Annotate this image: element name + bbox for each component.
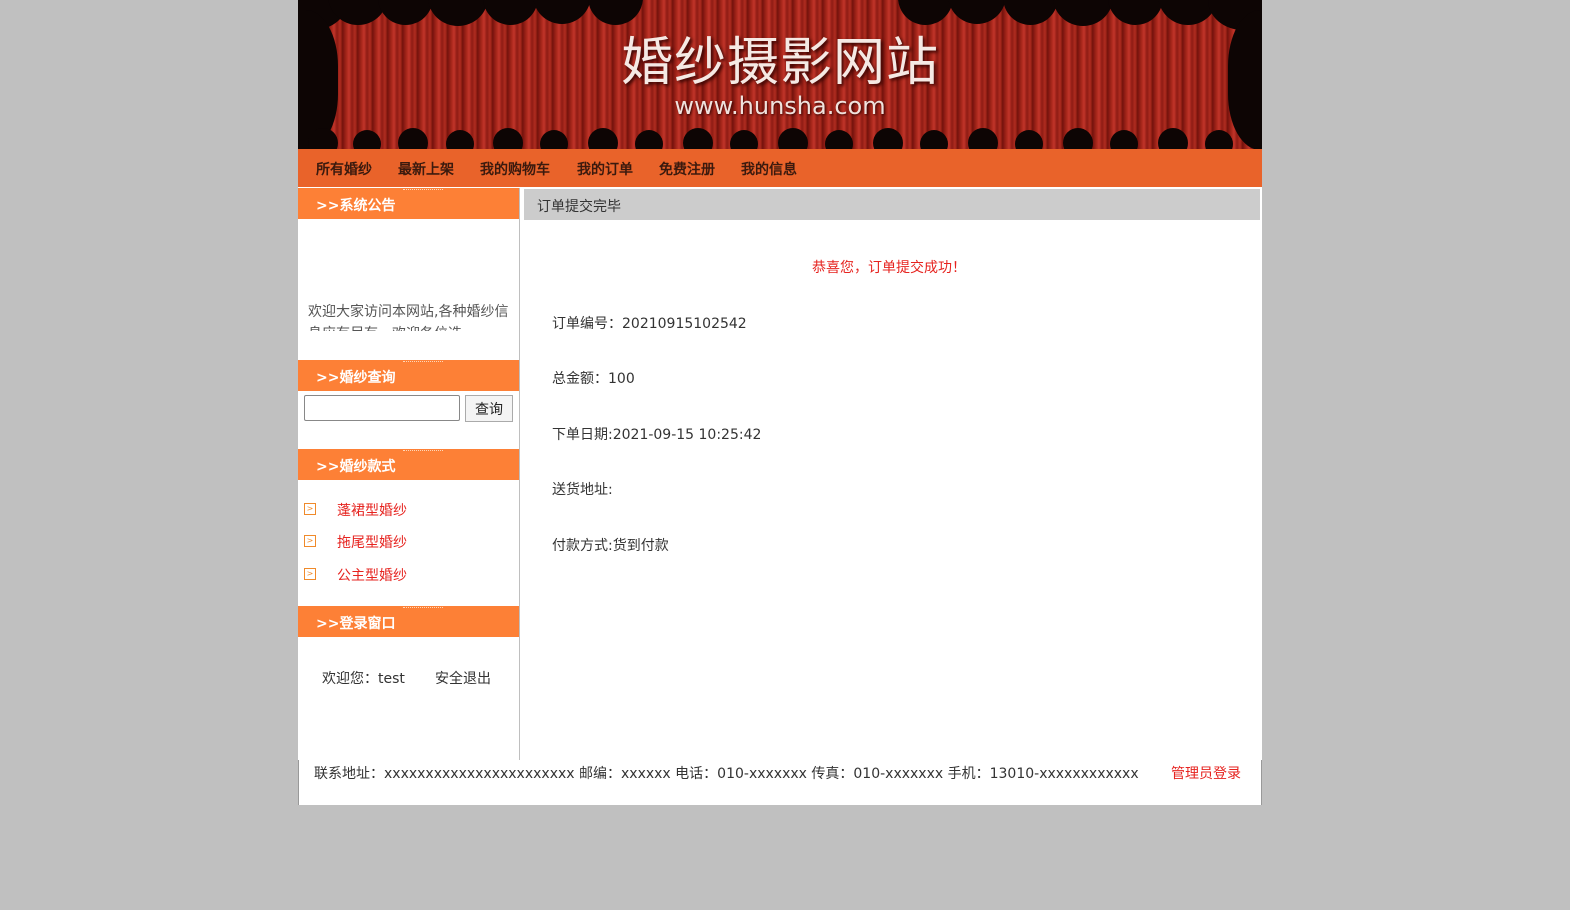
heading-dots — [403, 450, 443, 453]
style-link-trailing[interactable]: 拖尾型婚纱 — [337, 532, 407, 552]
search-heading: >>婚纱查询 — [298, 360, 519, 391]
heading-dots — [403, 189, 443, 192]
nav-all-dresses[interactable]: 所有婚纱 — [316, 159, 372, 179]
nav-free-register[interactable]: 免费注册 — [659, 159, 715, 179]
heading-dots — [403, 361, 443, 364]
site-banner: 婚纱摄影网站 www.hunsha.com — [298, 0, 1262, 149]
login-heading: >>登录窗口 — [298, 606, 519, 637]
style-link-ballgown[interactable]: 蓬裙型婚纱 — [337, 500, 407, 520]
footer-contact: 联系地址：xxxxxxxxxxxxxxxxxxxxxxx 邮编：xxxxxx 电… — [314, 766, 1139, 782]
nav-new-arrivals[interactable]: 最新上架 — [398, 159, 454, 179]
footer: 联系地址：xxxxxxxxxxxxxxxxxxxxxxx 邮编：xxxxxx 电… — [298, 760, 1262, 805]
payment-method: 付款方式:货到付款 — [552, 538, 669, 554]
sidebar: >>系统公告 欢迎大家访问本网站,各种婚纱信息应有尽有，欢迎各位选 >>婚纱查询… — [298, 188, 520, 760]
arrow-bullet-icon: > — [304, 535, 316, 547]
styles-heading-label: >>婚纱款式 — [316, 459, 396, 475]
search-input[interactable] — [304, 395, 460, 421]
delivery-address: 送货地址: — [552, 482, 613, 498]
logout-link[interactable]: 安全退出 — [435, 668, 491, 688]
main-header-label: 订单提交完毕 — [537, 199, 621, 215]
notice-heading: >>系统公告 — [298, 188, 519, 219]
heading-dots — [403, 607, 443, 610]
arrow-bullet-icon: > — [304, 503, 316, 515]
main-nav: 所有婚纱 最新上架 我的购物车 我的订单 免费注册 我的信息 — [298, 149, 1262, 187]
notice-text: 欢迎大家访问本网站,各种婚纱信息应有尽有，欢迎各位选 — [308, 304, 509, 331]
login-heading-label: >>登录窗口 — [316, 616, 396, 632]
welcome-user-text: 欢迎您：test — [322, 671, 405, 687]
search-heading-label: >>婚纱查询 — [316, 370, 396, 386]
order-number: 订单编号：20210915102542 — [552, 316, 747, 332]
styles-heading: >>婚纱款式 — [298, 449, 519, 480]
success-message: 恭喜您，订单提交成功！ — [812, 260, 966, 276]
nav-my-info[interactable]: 我的信息 — [741, 159, 797, 179]
nav-my-cart[interactable]: 我的购物车 — [480, 159, 550, 179]
search-button[interactable]: 查询 — [465, 395, 513, 422]
site-url: www.hunsha.com — [674, 92, 886, 120]
order-date: 下单日期:2021-09-15 10:25:42 — [552, 427, 762, 443]
arrow-bullet-icon: > — [304, 568, 316, 580]
site-title: 婚纱摄影网站 — [620, 33, 939, 93]
admin-login-link[interactable]: 管理员登录 — [1171, 763, 1241, 783]
notice-heading-label: >>系统公告 — [316, 198, 396, 214]
nav-my-orders[interactable]: 我的订单 — [577, 159, 633, 179]
page-container: 婚纱摄影网站 www.hunsha.com 所有婚纱 最新上架 我的购物车 我的… — [298, 0, 1262, 805]
style-link-princess[interactable]: 公主型婚纱 — [337, 565, 407, 585]
order-total: 总金额：100 — [552, 371, 635, 387]
main-header: 订单提交完毕 — [524, 189, 1260, 220]
